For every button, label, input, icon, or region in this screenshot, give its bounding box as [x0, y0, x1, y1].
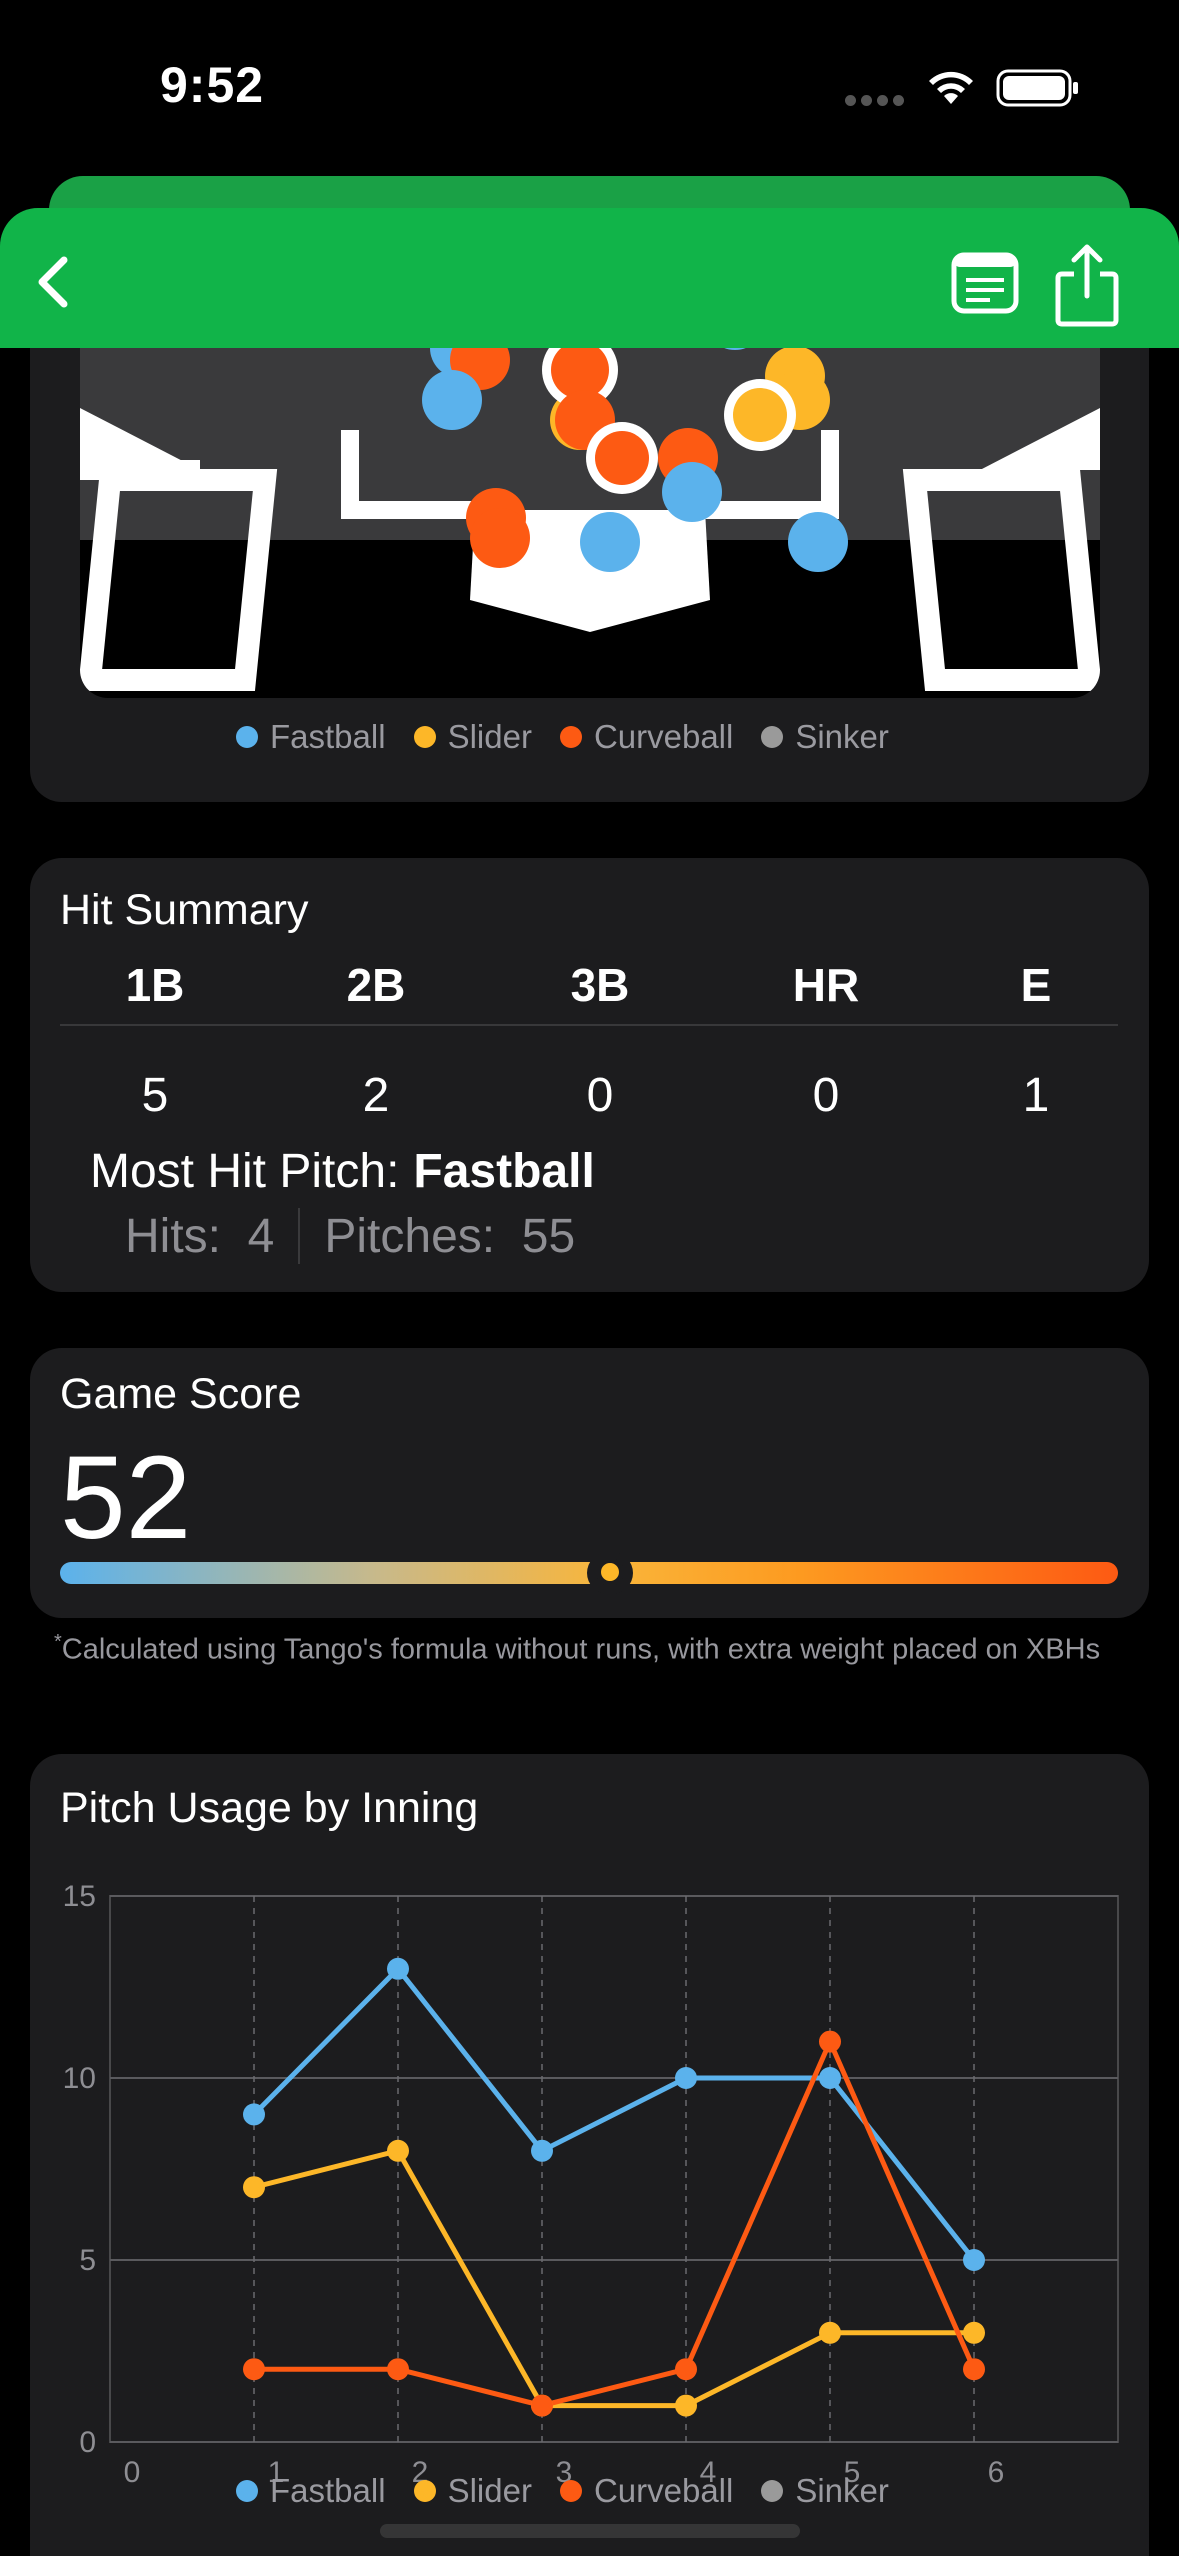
hit-summary-table: 1B 2B 3B HR E 5 2 0 0 1 [60, 958, 1118, 1122]
sinker-dot-icon [761, 726, 784, 748]
game-score-card: Game Score 52 [30, 1348, 1149, 1618]
hit-value-e: 1 [1022, 1069, 1050, 1122]
fastball-dot-icon [236, 2480, 258, 2502]
data-point-curveball [675, 2358, 697, 2381]
data-point-fastball [243, 2103, 265, 2126]
slider-dot-icon [413, 2480, 436, 2502]
data-point-curveball [819, 2030, 841, 2053]
hit-value-3b: 0 [586, 1069, 614, 1122]
slider-dot-icon [413, 726, 436, 748]
data-point-fastball [387, 1957, 409, 1980]
data-point-slider [243, 2176, 265, 2199]
fastball-dot-icon [236, 726, 258, 748]
hit-col-e: E [1020, 959, 1052, 1011]
most-hit-pitch: Most Hit Pitch: Fastball [90, 1144, 595, 1199]
usage-legend-fastball: Fastball [236, 2472, 386, 2510]
series-line-curveball [254, 2039, 977, 2409]
notes-button[interactable] [950, 250, 1022, 316]
sinker-dot-icon [761, 2480, 784, 2502]
usage-legend-slider: Slider [413, 2472, 532, 2510]
data-point-curveball [963, 2358, 985, 2381]
stats-separator [298, 1208, 301, 1264]
battery-icon [996, 69, 1078, 107]
curveball-dot-icon [559, 2480, 582, 2502]
wifi-icon [929, 71, 973, 104]
legend-item-slider: Slider [413, 718, 532, 756]
data-point-slider [675, 2394, 697, 2417]
pitch-dot [551, 341, 609, 399]
curveball-dot-icon [559, 726, 582, 748]
pitch-dot [595, 431, 649, 485]
hit-value-2b: 2 [362, 1069, 390, 1122]
navigation-bar [0, 208, 1179, 348]
chart-frame [109, 1895, 1119, 2443]
home-indicator[interactable] [380, 2524, 800, 2538]
game-score-value: 52 [60, 1432, 192, 1564]
usage-legend-sinker: Sinker [761, 2472, 889, 2510]
game-score-title: Game Score [60, 1370, 302, 1418]
data-point-curveball [531, 2394, 553, 2417]
y-tick-label: 15 [63, 1880, 96, 1913]
data-point-fastball [675, 2067, 697, 2089]
hit-summary-card: Hit Summary 1B 2B 3B HR E 5 2 0 0 1 Most… [30, 858, 1149, 1292]
data-point-fastball [531, 2139, 553, 2162]
legend-item-sinker: Sinker [761, 718, 889, 756]
y-tick-label: 5 [79, 2244, 96, 2277]
cellular-signal-icon [845, 95, 905, 107]
data-point-fastball [819, 2067, 841, 2089]
data-point-curveball [387, 2358, 409, 2381]
pitch-usage-legend: Fastball Slider Curveball Sinker [236, 2472, 889, 2510]
pitches-label: Pitches: [324, 1209, 496, 1263]
usage-legend-curveball: Curveball [559, 2472, 733, 2510]
game-score-footnote: *Calculated using Tango's formula withou… [54, 1631, 1101, 1666]
data-point-fastball [963, 2249, 985, 2271]
hit-col-1b: 1B [125, 959, 185, 1011]
hit-summary-values-row: 5 2 0 0 1 [60, 1028, 1118, 1122]
pitch-dot [580, 512, 640, 572]
series-line-fastball [252, 1966, 976, 2262]
pitch-dot [733, 388, 787, 442]
hit-value-1b: 5 [141, 1069, 169, 1122]
y-tick-label: 10 [63, 2062, 96, 2095]
pitches-value: 55 [521, 1209, 576, 1263]
pitch-dot [788, 512, 848, 572]
pitch-location-legend: Fastball Slider Curveball Sinker [236, 718, 889, 756]
hits-label: Hits: [125, 1209, 221, 1263]
hit-summary-header-row: 1B 2B 3B HR E [60, 958, 1118, 1028]
data-point-slider [819, 2321, 841, 2344]
hit-col-2b: 2B [346, 959, 406, 1011]
data-point-slider [963, 2321, 985, 2344]
pitch-dot [470, 508, 530, 568]
hit-summary-title: Hit Summary [60, 886, 309, 934]
pitch-dot [662, 462, 722, 522]
hit-col-hr: HR [792, 959, 860, 1011]
most-hit-stats: Hits: 4 Pitches: 55 [125, 1208, 575, 1264]
share-button[interactable] [1052, 240, 1122, 330]
pitch-usage-card: Pitch Usage by Inning 0 5 10 15 0 1 2 3 4 5 6 Fast… [30, 1754, 1149, 2556]
hit-col-3b: 3B [570, 959, 630, 1011]
legend-item-fastball: Fastball [236, 718, 386, 756]
most-hit-label: Most Hit Pitch: [90, 1145, 400, 1198]
most-hit-value: Fastball [413, 1145, 595, 1198]
back-button[interactable] [28, 248, 88, 316]
pitch-usage-chart: 0510150 1 2 3 4 5 6 [63, 1880, 1119, 2489]
x-tick-label: 6 [988, 2456, 1005, 2489]
y-tick-label: 0 [79, 2426, 96, 2459]
data-point-slider [387, 2139, 409, 2162]
x-tick-label: 0 [124, 2456, 141, 2489]
legend-item-curveball: Curveball [559, 718, 733, 756]
status-bar: 9:52 [0, 0, 1179, 175]
game-score-marker [596, 1558, 625, 1586]
data-point-curveball [243, 2358, 265, 2381]
hit-value-hr: 0 [812, 1069, 840, 1122]
hit-summary-divider [60, 1024, 1118, 1026]
pitch-location-card: Fastball Slider Curveball Sinker [30, 280, 1149, 802]
hits-value: 4 [247, 1209, 275, 1263]
pitch-dot [422, 370, 482, 430]
status-time: 9:52 [160, 57, 265, 113]
